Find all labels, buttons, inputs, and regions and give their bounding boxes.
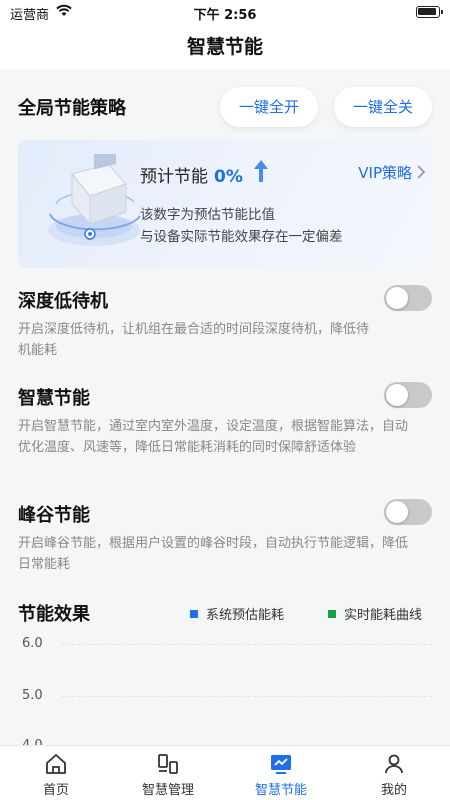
- estimate-value: 0%: [214, 167, 243, 187]
- feature-desc: 开启峰谷节能，根据用户设置的峰谷时段，自动执行节能逻辑，降低日常能耗: [18, 536, 409, 572]
- tab-label: 智慧管理: [141, 783, 194, 798]
- page-title: 智慧节能: [0, 24, 450, 70]
- tab-home[interactable]: 首页: [0, 746, 112, 800]
- legend-item-estimate: 系统预估能耗: [190, 604, 284, 623]
- legend-swatch: [190, 610, 198, 618]
- feature-name: 峰谷节能: [18, 505, 90, 526]
- strategy-title: 全局节能策略: [18, 98, 126, 119]
- estimate-label: 预计节能: [140, 167, 208, 187]
- toggle-knob: [386, 501, 408, 523]
- all-off-button[interactable]: 一键全关: [334, 87, 432, 127]
- home-icon: [46, 754, 66, 774]
- note-line-1: 该数字为预估节能比值: [140, 207, 275, 223]
- estimate-note: 该数字为预估节能比值 与设备实际节能效果存在一定偏差: [140, 204, 343, 248]
- feature-peak-valley: 峰谷节能 开启峰谷节能，根据用户设置的峰谷时段，自动执行节能逻辑，降低日常能耗: [18, 499, 432, 572]
- arrow-up-icon: [254, 160, 268, 182]
- feature-name: 深度低待机: [18, 291, 108, 312]
- legend-label: 系统预估能耗: [206, 608, 285, 623]
- y-tick-label: 5.0: [22, 688, 43, 703]
- tab-mine[interactable]: 我的: [338, 746, 450, 800]
- tab-label: 智慧节能: [254, 783, 307, 798]
- chevron-right-icon[interactable]: [416, 164, 426, 180]
- tab-bar: 首页 智慧管理 智慧节能 我的: [0, 745, 450, 800]
- smart-saving-toggle[interactable]: [384, 382, 432, 408]
- deep-standby-toggle[interactable]: [384, 285, 432, 311]
- user-icon: [385, 754, 403, 774]
- feature-name: 智慧节能: [18, 388, 90, 409]
- savings-banner: 预计节能 0% VIP策略 该数字为预估节能比值 与设备实际节能效果存在一定偏差: [18, 140, 432, 268]
- tab-smart-manage[interactable]: 智慧管理: [112, 746, 224, 800]
- status-bar: 运营商 下午 2:56: [0, 0, 450, 24]
- feature-deep-standby: 深度低待机 开启深度低待机，让机组在最合适的时间段深度待机，降低待机能耗: [18, 285, 432, 358]
- grid-line: [62, 644, 432, 645]
- vip-strategy-link[interactable]: VIP策略: [358, 162, 412, 183]
- y-tick-label: 6.0: [22, 636, 43, 651]
- tab-label: 我的: [380, 783, 407, 798]
- chart-board-icon: [271, 755, 291, 774]
- energy-device-illustration: [48, 154, 141, 246]
- effect-header: 节能效果 系统预估能耗 实时能耗曲线: [18, 598, 432, 628]
- estimate-text: 预计节能 0%: [140, 162, 243, 187]
- clock: 下午 2:56: [193, 8, 257, 23]
- feature-desc: 开启深度低待机，让机组在最合适的时间段深度待机，降低待机能耗: [18, 322, 370, 358]
- strategy-header: 全局节能策略 一键全开 一键全关: [18, 82, 432, 132]
- devices-icon: [158, 754, 178, 774]
- battery-icon: [416, 6, 443, 18]
- effect-title: 节能效果: [18, 604, 90, 625]
- grid-line: [62, 696, 432, 697]
- toggle-knob: [386, 287, 408, 309]
- feature-desc: 开启智慧节能，通过室内室外温度，设定温度，根据智能算法，自动优化温度、风速等，降…: [18, 419, 409, 455]
- tab-smart-saving[interactable]: 智慧节能: [225, 746, 337, 800]
- note-line-2: 与设备实际节能效果存在一定偏差: [140, 229, 343, 245]
- tab-label: 首页: [42, 783, 69, 798]
- toggle-knob: [386, 384, 408, 406]
- legend-label: 实时能耗曲线: [344, 608, 423, 623]
- legend-swatch: [328, 610, 336, 618]
- feature-smart-saving: 智慧节能 开启智慧节能，通过室内室外温度，设定温度，根据智能算法，自动优化温度、…: [18, 382, 432, 474]
- all-on-button[interactable]: 一键全开: [220, 87, 318, 127]
- peak-valley-toggle[interactable]: [384, 499, 432, 525]
- energy-chart: 6.0 5.0 4.0: [18, 632, 432, 753]
- legend-item-realtime: 实时能耗曲线: [328, 604, 422, 623]
